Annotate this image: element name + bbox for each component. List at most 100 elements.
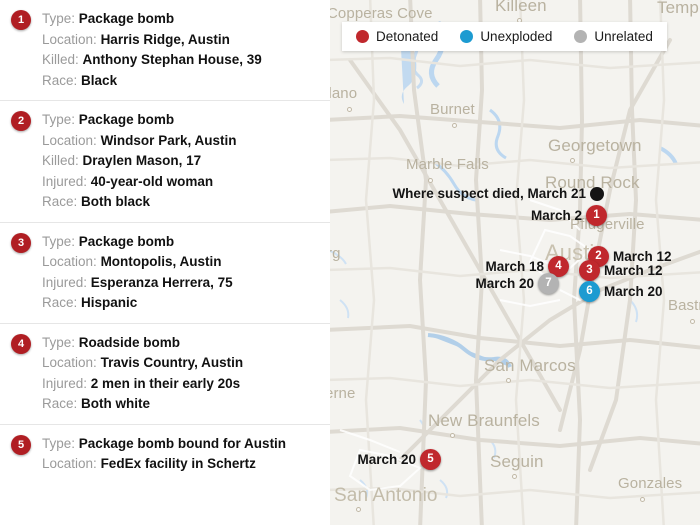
map-city-label: Georgetown — [548, 136, 642, 155]
incident-field-key: Location: — [42, 132, 97, 148]
legend-label: Unexploded — [480, 29, 553, 44]
incident-field-key: Location: — [42, 355, 97, 370]
map-city-label: Seguin — [490, 452, 544, 471]
incident-field-value: Montopolis, Austin — [100, 254, 222, 269]
incident-field-value: Roadside bomb — [78, 334, 181, 350]
map-city-label: Copperas Cove — [330, 5, 433, 22]
legend-color-dot-icon — [460, 30, 474, 43]
incident-field-key: Location: — [42, 254, 97, 269]
suspect-death-dot-icon[interactable] — [590, 187, 604, 201]
incident-item[interactable]: 4 Type: Roadside bomb Location: Travis Cou… — [0, 324, 330, 425]
map-city-label: Temple — [657, 0, 700, 17]
austin-bombings-map-page: 1 Type: Package bomb Location: Harris Ridg… — [0, 0, 700, 525]
incident-field-key: Type: — [42, 233, 76, 249]
incident-field: Injured: Esperanza Herrera, 75 — [42, 273, 320, 294]
map-city-label: llano — [330, 85, 358, 102]
map-city-label: New Braunfels — [428, 411, 540, 430]
incident-field: Location: Harris Ridge, Austin — [42, 30, 320, 51]
incident-field: Type: Package bomb — [42, 110, 320, 131]
map-marker[interactable]: 7 — [538, 273, 559, 294]
incident-field-value: FedEx facility in Schertz — [100, 456, 256, 471]
legend-label: Unrelated — [594, 29, 653, 44]
incident-field: Race: Both white — [42, 394, 320, 415]
incident-field-key: Type: — [42, 11, 76, 26]
incident-number-badge: 3 — [11, 232, 31, 253]
map-marker-date-label: March 2 — [530, 208, 582, 223]
map-city-label: Marble Falls — [406, 156, 489, 173]
map-city-label: Burnet — [430, 101, 475, 118]
map-city-dot-icon — [690, 319, 695, 324]
map-city-dot-icon — [570, 158, 575, 163]
legend-label: Detonated — [376, 29, 439, 44]
incident-item[interactable]: 2 Type: Package bomb Location: Windsor Par… — [0, 101, 330, 223]
incident-field-key: Killed: — [42, 52, 79, 67]
incident-field: Race: Both black — [42, 192, 320, 213]
incident-field-key: Race: — [42, 396, 78, 411]
incident-field-value: Both black — [81, 194, 151, 209]
incident-field-value: Draylen Mason, 17 — [82, 153, 202, 168]
map-city-dot-icon — [428, 178, 433, 183]
legend-item[interactable]: Unexploded — [460, 29, 552, 44]
map-marker[interactable]: 3 — [579, 260, 600, 281]
incident-field: Killed: Draylen Mason, 17 — [42, 151, 320, 172]
incident-field-key: Type: — [42, 435, 76, 451]
map-panel[interactable]: Copperas Cove Killeen Temple llano Burnet Mar… — [330, 0, 700, 525]
incident-field: Killed: Anthony Stephan House, 39 — [42, 50, 320, 71]
incident-field: Type: Package bomb — [42, 232, 320, 253]
incident-field: Type: Roadside bomb — [42, 333, 320, 354]
incident-field-value: Black — [81, 72, 118, 88]
map-city-dot-icon — [450, 433, 455, 438]
incident-field-value: 40-year-old woman — [90, 173, 214, 189]
map-city-dot-icon — [356, 507, 361, 512]
map-marker-date-label: March 12 — [613, 249, 672, 264]
map-city-dot-icon — [347, 107, 352, 112]
incident-field: Injured: 2 men in their early 20s — [42, 374, 320, 395]
map-city-label: Killeen — [495, 0, 547, 15]
map-city-label: San Antonio — [334, 485, 438, 506]
incident-field-value: Esperanza Herrera, 75 — [90, 274, 233, 290]
map-city-dot-icon — [640, 497, 645, 502]
map-marker-date-label: March 18 — [485, 259, 544, 274]
map-city-label: Bastrop — [668, 297, 700, 314]
incident-field-value: Travis Country, Austin — [100, 355, 244, 370]
incident-field-value: Anthony Stephan House, 39 — [82, 52, 262, 67]
map-city-label: Gonzales — [618, 475, 683, 492]
map-marker-date-label: March 20 — [357, 452, 416, 467]
incident-item[interactable]: 1 Type: Package bomb Location: Harris Ridg… — [0, 0, 330, 101]
incident-field: Location: Montopolis, Austin — [42, 252, 320, 273]
incident-field-key: Type: — [42, 112, 76, 127]
incident-list-sidebar[interactable]: 1 Type: Package bomb Location: Harris Ridg… — [0, 0, 330, 525]
incident-field-value: Package bomb — [78, 233, 175, 249]
incident-field: Type: Package bomb — [42, 9, 320, 30]
map-marker[interactable]: 5 — [420, 449, 441, 470]
map-legend: Detonated Unexploded Unrelated — [342, 22, 667, 51]
incident-field-key: Location: — [42, 456, 97, 471]
incident-field-key: Race: — [42, 72, 78, 88]
incident-field-value: Package bomb — [78, 112, 175, 127]
incident-field: Location: Travis Country, Austin — [42, 353, 320, 374]
incident-field: Injured: 40-year-old woman — [42, 172, 320, 193]
incident-field-key: Race: — [42, 295, 78, 310]
legend-color-dot-icon — [356, 30, 369, 43]
incident-field-key: Injured: — [42, 375, 88, 391]
legend-item[interactable]: Unrelated — [574, 29, 653, 44]
incident-field-key: Injured: — [42, 173, 88, 189]
incident-field: Race: Hispanic — [42, 293, 320, 314]
incident-item[interactable]: 5 Type: Package bomb bound for Austin Loca… — [0, 425, 330, 484]
map-city-dot-icon — [506, 378, 511, 383]
map-marker-date-label: March 12 — [604, 263, 663, 278]
incident-field-key: Type: — [42, 334, 76, 350]
legend-color-dot-icon — [574, 30, 588, 43]
incident-field-key: Location: — [42, 31, 97, 47]
incident-field-value: Package bomb bound for Austin — [78, 435, 287, 451]
map-marker[interactable]: 6 — [579, 281, 600, 302]
map-marker[interactable]: 1 — [586, 205, 607, 226]
incident-field: Race: Black — [42, 71, 320, 92]
legend-item[interactable]: Detonated — [356, 29, 438, 44]
incident-field-key: Injured: — [42, 274, 88, 290]
incident-field-value: Both white — [81, 396, 151, 411]
incident-field: Location: FedEx facility in Schertz — [42, 454, 320, 475]
incident-item[interactable]: 3 Type: Package bomb Location: Montopolis,… — [0, 223, 330, 324]
incident-field-value: Windsor Park, Austin — [100, 132, 237, 148]
map-city-dot-icon — [512, 474, 517, 479]
